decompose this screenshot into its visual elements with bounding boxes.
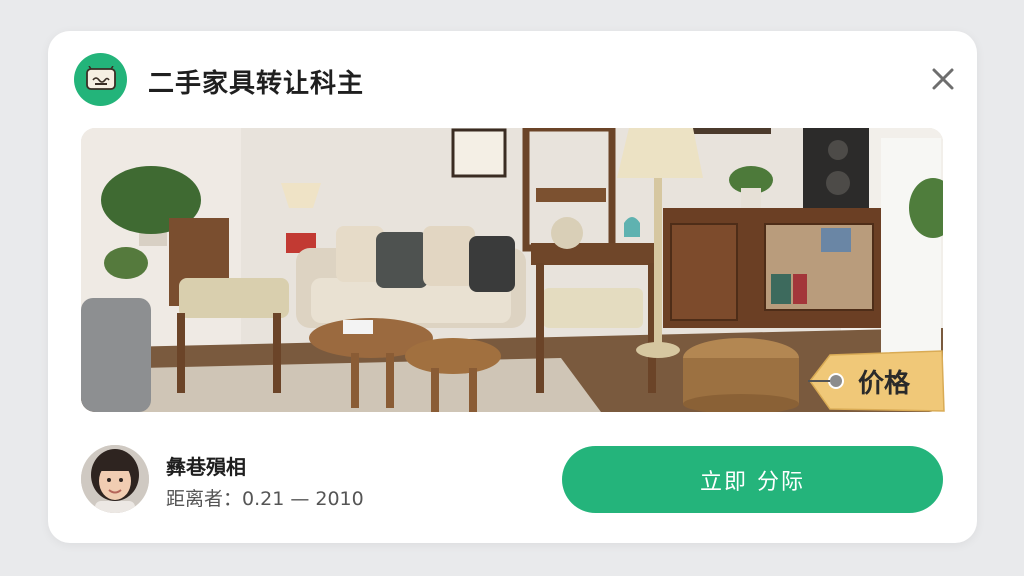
chat-bubble-icon (85, 65, 116, 90)
close-icon[interactable] (931, 67, 955, 91)
app-icon (74, 53, 127, 106)
contact-button[interactable]: 立即 分际 (562, 446, 943, 513)
seller-name: 彝巷殞相 (166, 455, 246, 479)
dialog-title: 二手家具转让科主 (148, 69, 365, 99)
listing-dialog: 二手家具转让科主 价格 彝巷殞相 距离者：0.21 — 2010 立即 分际 (48, 31, 977, 543)
price-tag[interactable]: 价格 (808, 349, 948, 413)
avatar[interactable] (81, 445, 149, 513)
close-button[interactable] (931, 67, 955, 91)
seller-distance: 距离者：0.21 — 2010 (166, 488, 364, 510)
price-tag-label: 价格 (858, 369, 911, 399)
seller-avatar-image (81, 445, 149, 513)
